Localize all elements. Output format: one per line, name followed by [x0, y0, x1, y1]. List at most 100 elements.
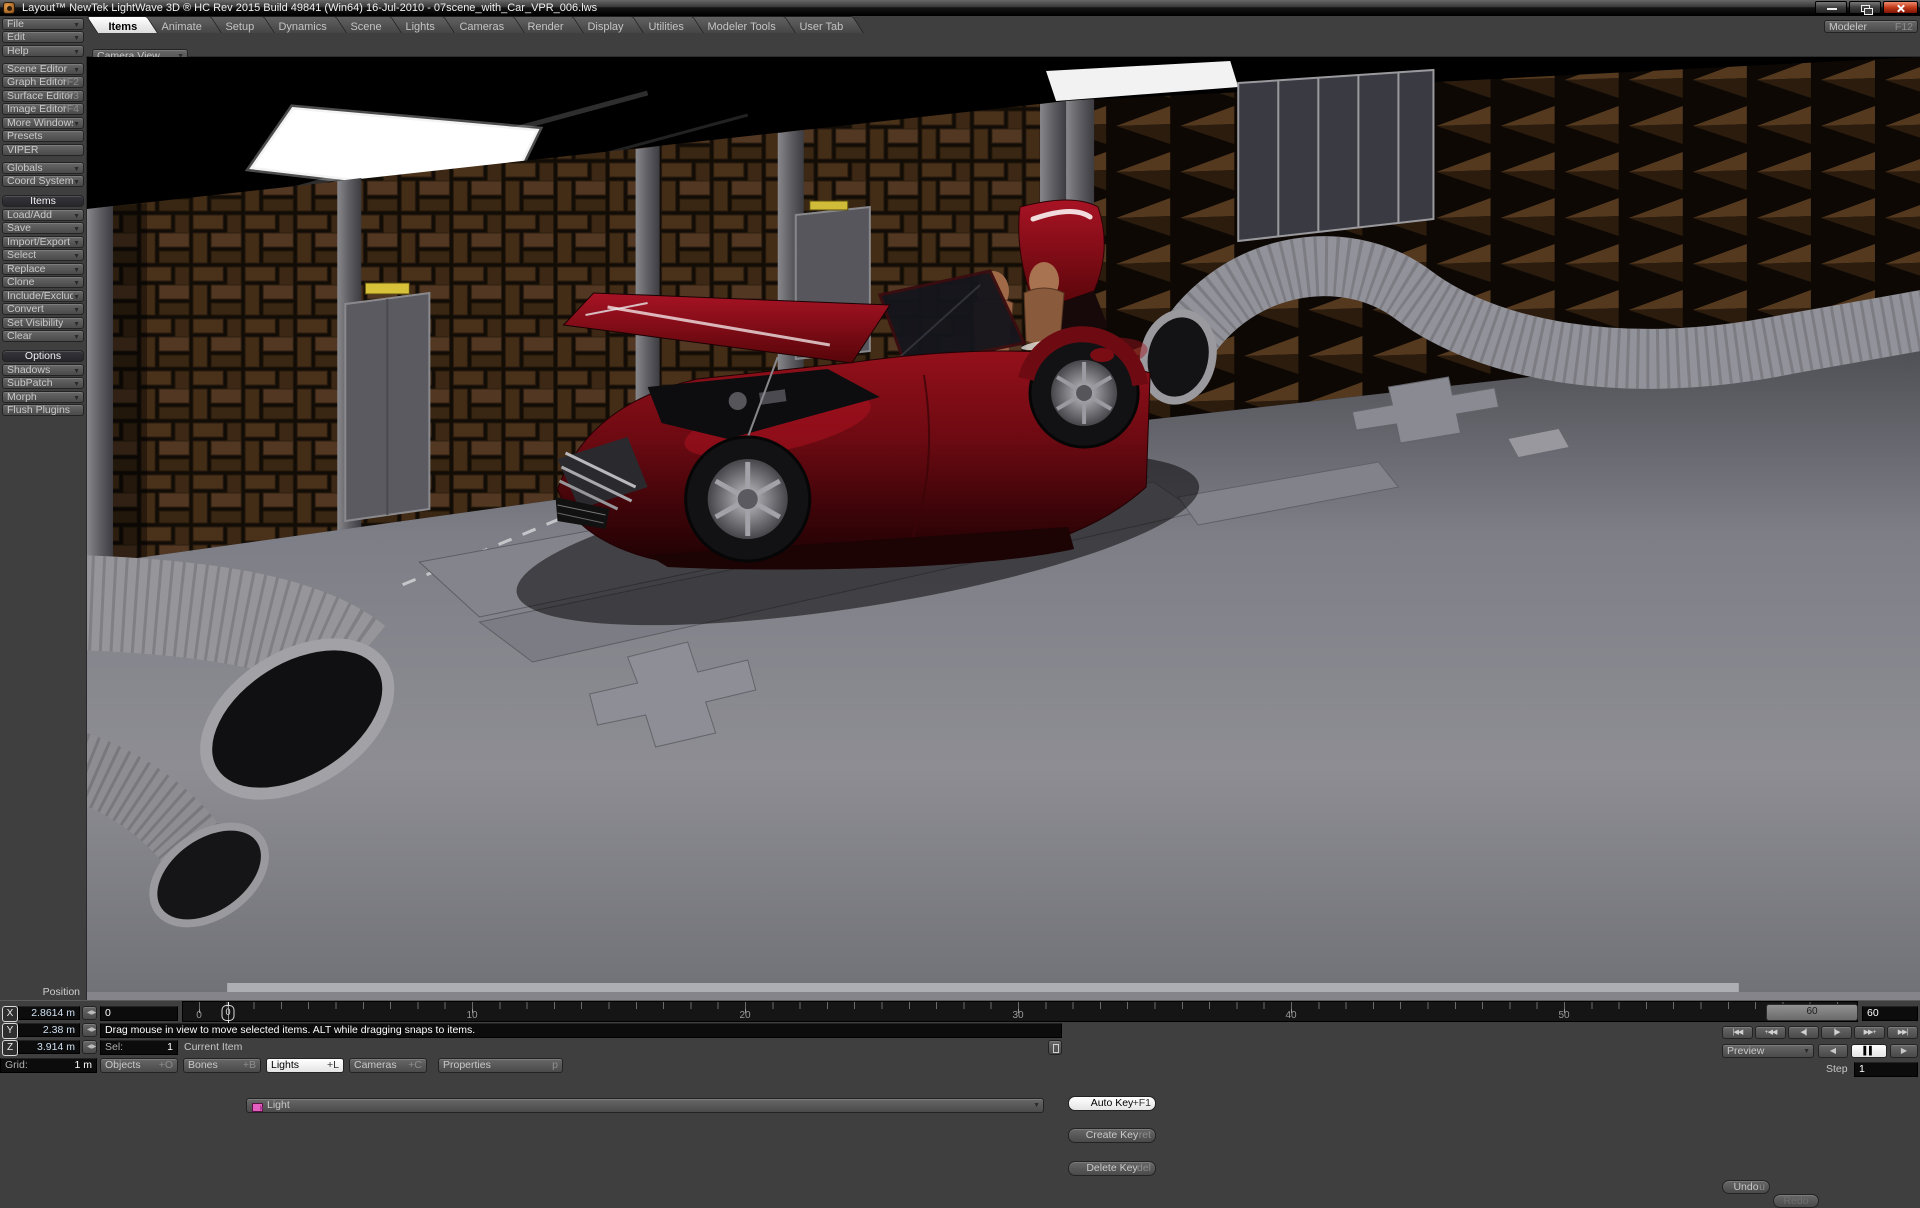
- timeline-tick-label: 20: [739, 1010, 750, 1021]
- sidebar-button[interactable]: More Windows ▼: [2, 117, 84, 129]
- sidebar-button[interactable]: Save ▼: [2, 222, 84, 234]
- preview-dropdown[interactable]: Preview▼: [1722, 1044, 1814, 1058]
- app-icon: [3, 2, 15, 14]
- item-type-button[interactable]: Cameras+C: [349, 1058, 427, 1073]
- status-bar: Drag mouse in view to move selected item…: [100, 1023, 1062, 1038]
- item-lock-icon: [1053, 1044, 1059, 1053]
- restore-button[interactable]: [1849, 1, 1881, 14]
- transport-button[interactable]: ||▶: [1821, 1026, 1852, 1039]
- sidebar-button[interactable]: Edit ▼: [2, 31, 84, 43]
- pause-button[interactable]: ▌▌: [1851, 1044, 1887, 1058]
- transport-button[interactable]: ▶▶+: [1854, 1026, 1885, 1039]
- transport-button[interactable]: ▶▶|: [1887, 1026, 1918, 1039]
- timeline-tick-label: 40: [1285, 1010, 1296, 1021]
- undo-button[interactable]: Undo u: [1722, 1180, 1770, 1194]
- sidebar-button[interactable]: Items: [2, 195, 84, 207]
- sidebar-button[interactable]: Morph ▼: [2, 391, 84, 403]
- sidebar-button[interactable]: Load/Add ▼: [2, 209, 84, 221]
- sidebar-button[interactable]: Globals ▼: [2, 162, 84, 174]
- sidebar-button[interactable]: Shadows ▼: [2, 364, 84, 376]
- grid-size-field: Grid:1 m: [0, 1058, 97, 1073]
- sidebar: File ▼ Edit ▼ Help ▼ Scene Editor ▼ Grap…: [0, 16, 86, 1000]
- wall-pillar: [87, 206, 113, 577]
- axis-x-button[interactable]: X: [2, 1006, 18, 1022]
- sidebar-button[interactable]: File ▼: [2, 18, 84, 30]
- y-stepper[interactable]: ◀▶: [82, 1023, 97, 1037]
- sidebar-button[interactable]: VIPER: [2, 144, 84, 156]
- timeline-tick-label: 50: [1558, 1010, 1569, 1021]
- current-item-dropdown[interactable]: Light ▼: [246, 1098, 1044, 1113]
- transport-button[interactable]: |◀◀: [1722, 1026, 1753, 1039]
- viewport[interactable]: [86, 57, 1920, 1000]
- sidebar-button[interactable]: SubPatch ▼: [2, 377, 84, 389]
- axis-y-button[interactable]: Y: [2, 1023, 18, 1039]
- sidebar-button[interactable]: Flush Plugins: [2, 404, 84, 416]
- y-value-field[interactable]: 2.38 m: [18, 1023, 80, 1037]
- minimize-icon: [1827, 8, 1837, 10]
- transport-button[interactable]: +◀◀: [1755, 1026, 1786, 1039]
- sidebar-button[interactable]: Coord System ▼: [2, 175, 84, 187]
- minimize-button[interactable]: [1815, 1, 1847, 14]
- viewport-toolbar: [86, 34, 1920, 57]
- sidebar-button[interactable]: Clear ▼: [2, 330, 84, 342]
- sidebar-button[interactable]: Select ▼: [2, 249, 84, 261]
- item-type-button[interactable]: Bones+B: [183, 1058, 261, 1073]
- play-button[interactable]: ▶: [1890, 1044, 1918, 1058]
- item-type-button[interactable]: Propertiesp: [438, 1058, 563, 1073]
- sidebar-button[interactable]: Import/Export ▼: [2, 236, 84, 248]
- close-button[interactable]: [1883, 1, 1918, 14]
- timeline-tick-label: 0: [196, 1010, 202, 1021]
- sidebar-button[interactable]: Surface Editor ^F3: [2, 90, 84, 102]
- timeline-end-slider[interactable]: 60: [1766, 1004, 1858, 1021]
- sidebar-button[interactable]: Scene Editor ▼: [2, 63, 84, 75]
- sidebar-button[interactable]: Clone ▼: [2, 276, 84, 288]
- channel-row-y: Y 2.38 m ◀▶: [0, 1023, 98, 1037]
- timeline-tick-label: 10: [466, 1010, 477, 1021]
- sidebar-button[interactable]: Convert ▼: [2, 303, 84, 315]
- channel-row-x: X 2.8614 m ◀▶: [0, 1006, 98, 1020]
- sidebar-button[interactable]: Presets: [2, 130, 84, 142]
- redo-button[interactable]: Redo: [1773, 1194, 1819, 1208]
- window-title: Layout™ NewTek LightWave 3D ® HC Rev 201…: [22, 1, 597, 15]
- light-item-icon: [252, 1103, 263, 1112]
- z-value-field[interactable]: 3.914 m: [18, 1040, 80, 1054]
- step-label: Step: [1826, 1062, 1848, 1077]
- main-tab-bar: ItemsAnimateSetupDynamicsSceneLightsCame…: [86, 16, 1920, 34]
- timeline-ruler[interactable]: 0 10 20 30 40 50 0 60: [182, 1001, 1858, 1022]
- delete-key-button[interactable]: Delete Key del: [1068, 1161, 1156, 1176]
- play-reverse-button[interactable]: ◀: [1818, 1044, 1848, 1058]
- item-type-button[interactable]: Lights+L: [266, 1058, 344, 1073]
- x-stepper[interactable]: ◀▶: [82, 1006, 97, 1020]
- transport-button[interactable]: ◀||: [1788, 1026, 1819, 1039]
- current-frame-field[interactable]: 0: [100, 1006, 178, 1021]
- sidebar-button[interactable]: Help ▼: [2, 45, 84, 57]
- sidebar-button[interactable]: Include/Exclude ▼: [2, 290, 84, 302]
- x-value-field[interactable]: 2.8614 m: [18, 1006, 80, 1020]
- sidebar-button[interactable]: Replace ▼: [2, 263, 84, 275]
- main-tab[interactable]: Items: [86, 16, 158, 33]
- restore-icon: [1861, 5, 1870, 12]
- window-titlebar: Layout™ NewTek LightWave 3D ® HC Rev 201…: [0, 0, 1920, 16]
- axis-z-button[interactable]: Z: [2, 1040, 18, 1056]
- current-frame-marker-label[interactable]: 0: [222, 1005, 235, 1021]
- sidebar-button[interactable]: Graph Editor ^F2: [2, 76, 84, 88]
- current-item-label: Current Item: [184, 1040, 242, 1055]
- car-rear-wheel: [1026, 334, 1140, 447]
- end-frame-field[interactable]: 60: [1862, 1006, 1918, 1021]
- viewport-render: [87, 57, 1920, 1000]
- sidebar-button[interactable]: Image Editor ^F4: [2, 103, 84, 115]
- create-key-button[interactable]: Create Key ret: [1068, 1128, 1156, 1143]
- modeler-button[interactable]: Modeler F12: [1824, 20, 1918, 33]
- channel-row-z: Z 3.914 m ◀▶: [0, 1040, 98, 1054]
- glass-panels: [1238, 70, 1433, 241]
- door-sign-yellow: [365, 283, 409, 294]
- sidebar-button[interactable]: Set Visibility ▼: [2, 317, 84, 329]
- timeline-tick-label: 30: [1012, 1010, 1023, 1021]
- z-stepper[interactable]: ◀▶: [82, 1040, 97, 1054]
- item-type-button[interactable]: Objects+O: [100, 1058, 178, 1073]
- step-field[interactable]: 1: [1854, 1062, 1918, 1077]
- sidebar-button[interactable]: Options: [2, 350, 84, 362]
- floor-edge-strip: [227, 983, 1739, 992]
- item-lock-button[interactable]: [1048, 1040, 1062, 1055]
- auto-key-button[interactable]: Auto Key +F1: [1068, 1096, 1156, 1111]
